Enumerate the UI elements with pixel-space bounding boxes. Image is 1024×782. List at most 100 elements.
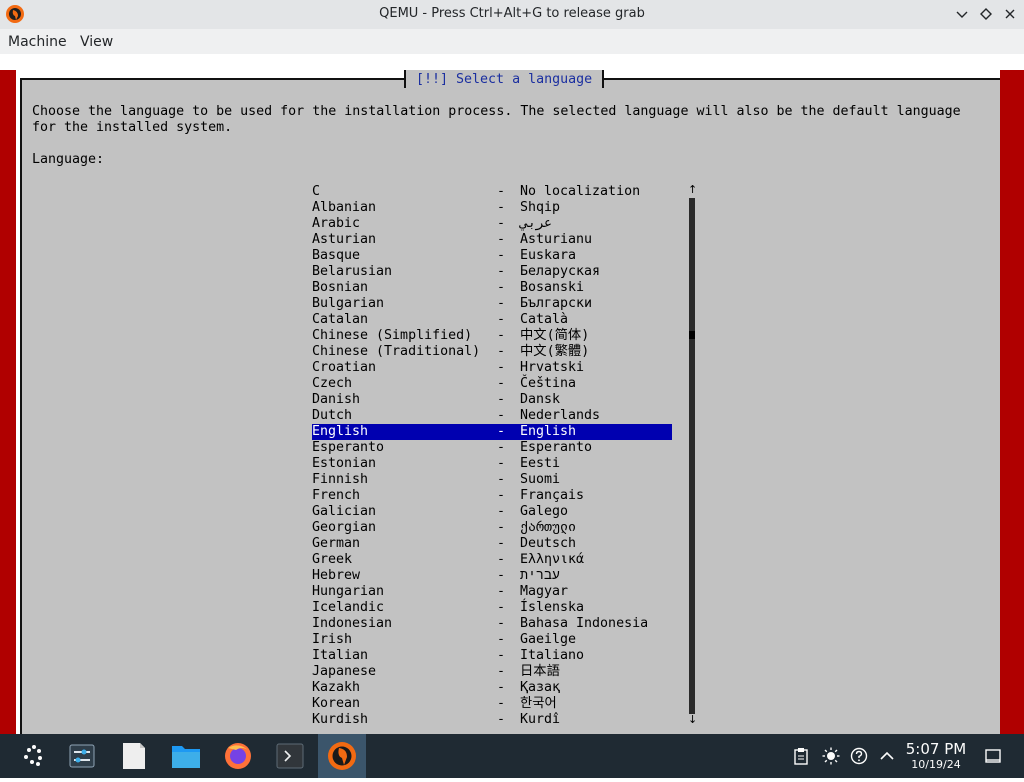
language-native-name: Suomi bbox=[520, 472, 561, 487]
language-scrollbar[interactable]: ↑ ↓ bbox=[688, 184, 697, 728]
language-option[interactable]: Icelandic - Íslenska bbox=[312, 600, 672, 616]
language-option[interactable]: Chinese (Traditional) - 中文(繁體) bbox=[312, 344, 672, 360]
language-option[interactable]: Korean - 한국어 bbox=[312, 696, 672, 712]
language-native-name: Íslenska bbox=[520, 600, 585, 615]
language-option[interactable]: Hebrew - עברית bbox=[312, 568, 672, 584]
language-option[interactable]: Estonian - Eesti bbox=[312, 456, 672, 472]
language-option[interactable]: Italian - Italiano bbox=[312, 648, 672, 664]
folder-icon[interactable] bbox=[164, 734, 208, 778]
chevron-up-icon[interactable] bbox=[878, 747, 896, 765]
application-launcher-icon[interactable] bbox=[12, 734, 56, 778]
language-option[interactable]: French - Français bbox=[312, 488, 672, 504]
language-name: Arabic bbox=[312, 216, 361, 231]
language-option[interactable]: Catalan - Català bbox=[312, 312, 672, 328]
language-option[interactable]: Galician - Galego bbox=[312, 504, 672, 520]
language-option[interactable]: Asturian - Asturianu bbox=[312, 232, 672, 248]
language-name: Kurdish bbox=[312, 712, 369, 727]
language-native-name: Asturianu bbox=[520, 232, 593, 247]
window-title: QEMU - Press Ctrl+Alt+G to release grab bbox=[379, 6, 645, 21]
language-list[interactable]: C - No localization Albanian - Shqip Arabic - عر… bbox=[312, 184, 672, 728]
help-icon[interactable] bbox=[850, 747, 868, 765]
clock-time: 5:07 PM bbox=[905, 740, 967, 758]
language-separator: - bbox=[497, 696, 506, 711]
language-name: Estonian bbox=[312, 456, 377, 471]
language-name: Czech bbox=[312, 376, 353, 391]
minimize-icon[interactable] bbox=[954, 6, 970, 22]
firefox-icon[interactable] bbox=[216, 734, 260, 778]
close-icon[interactable] bbox=[1002, 6, 1018, 22]
language-option[interactable]: Albanian - Shqip bbox=[312, 200, 672, 216]
language-separator: - bbox=[497, 248, 506, 263]
language-native-name: ქართული bbox=[520, 520, 577, 535]
language-option[interactable]: Finnish - Suomi bbox=[312, 472, 672, 488]
language-option[interactable]: Arabic - عربي bbox=[312, 216, 672, 232]
dialog-description: Choose the language to be used for the i… bbox=[32, 104, 961, 135]
language-option[interactable]: Hungarian - Magyar bbox=[312, 584, 672, 600]
document-icon[interactable] bbox=[112, 734, 156, 778]
scrollbar-thumb[interactable] bbox=[689, 331, 695, 339]
language-name: Chinese (Simplified) bbox=[312, 328, 473, 343]
language-option[interactable]: Kurdish - Kurdî bbox=[312, 712, 672, 728]
language-option[interactable]: Danish - Dansk bbox=[312, 392, 672, 408]
menu-machine[interactable]: Machine bbox=[8, 34, 67, 50]
language-name: Irish bbox=[312, 632, 353, 647]
language-native-name: Čeština bbox=[520, 376, 577, 391]
language-name: Galician bbox=[312, 504, 377, 519]
language-separator: - bbox=[497, 632, 506, 647]
language-option[interactable]: German - Deutsch bbox=[312, 536, 672, 552]
language-separator: - bbox=[497, 536, 506, 551]
language-option[interactable]: Chinese (Simplified) - 中文(简体) bbox=[312, 328, 672, 344]
language-separator: - bbox=[497, 680, 506, 695]
language-name: Dutch bbox=[312, 408, 353, 423]
language-option[interactable]: English - English bbox=[312, 424, 672, 440]
maximize-icon[interactable] bbox=[978, 6, 994, 22]
window-titlebar: QEMU - Press Ctrl+Alt+G to release grab bbox=[0, 0, 1024, 30]
language-name: English bbox=[312, 424, 369, 439]
language-name: Bulgarian bbox=[312, 296, 385, 311]
language-separator: - bbox=[497, 504, 506, 519]
language-option[interactable]: Bosnian - Bosanski bbox=[312, 280, 672, 296]
clock[interactable]: 5:07 PM 10/19/24 bbox=[900, 740, 972, 772]
scroll-up-arrow-icon[interactable]: ↑ bbox=[688, 184, 697, 196]
language-native-name: 日本語 bbox=[520, 664, 560, 679]
clipboard-icon[interactable] bbox=[792, 747, 810, 765]
language-name: Georgian bbox=[312, 520, 377, 535]
language-option[interactable]: Georgian - ქართული bbox=[312, 520, 672, 536]
language-option[interactable]: Indonesian - Bahasa Indonesia bbox=[312, 616, 672, 632]
system-settings-icon[interactable] bbox=[60, 734, 104, 778]
show-desktop-icon[interactable] bbox=[984, 747, 1002, 765]
language-option[interactable]: Dutch - Nederlands bbox=[312, 408, 672, 424]
language-native-name: Bosanski bbox=[520, 280, 585, 295]
terminal-icon[interactable] bbox=[268, 734, 312, 778]
language-separator: - bbox=[497, 568, 506, 583]
brightness-icon[interactable] bbox=[822, 747, 840, 765]
language-name: Hungarian bbox=[312, 584, 385, 599]
qemu-taskbar-button[interactable] bbox=[318, 734, 366, 778]
taskbar bbox=[0, 734, 1024, 778]
language-option[interactable]: Irish - Gaeilge bbox=[312, 632, 672, 648]
language-option[interactable]: Bulgarian - Български bbox=[312, 296, 672, 312]
language-name: Chinese (Traditional) bbox=[312, 344, 481, 359]
language-name: C bbox=[312, 184, 321, 199]
language-option[interactable]: Kazakh - Қазақ bbox=[312, 680, 672, 696]
language-option[interactable]: Czech - Čeština bbox=[312, 376, 672, 392]
language-option[interactable]: C - No localization bbox=[312, 184, 672, 200]
language-option[interactable]: Belarusian - Беларуская bbox=[312, 264, 672, 280]
language-native-name: Shqip bbox=[520, 200, 561, 215]
language-name: German bbox=[312, 536, 361, 551]
language-option[interactable]: Basque - Euskara bbox=[312, 248, 672, 264]
language-name: Icelandic bbox=[312, 600, 385, 615]
menu-view[interactable]: View bbox=[80, 34, 113, 50]
language-option[interactable]: Croatian - Hrvatski bbox=[312, 360, 672, 376]
language-option[interactable]: Esperanto - Esperanto bbox=[312, 440, 672, 456]
menubar: Machine View bbox=[0, 29, 1024, 54]
language-label: Language: bbox=[32, 152, 105, 167]
language-option[interactable]: Greek - Ελληνικά bbox=[312, 552, 672, 568]
language-name: Italian bbox=[312, 648, 369, 663]
language-separator: - bbox=[497, 456, 506, 471]
language-separator: - bbox=[497, 424, 506, 439]
scrollbar-track[interactable] bbox=[689, 198, 695, 714]
language-name: Asturian bbox=[312, 232, 377, 247]
language-option[interactable]: Japanese - 日本語 bbox=[312, 664, 672, 680]
scroll-down-arrow-icon[interactable]: ↓ bbox=[688, 714, 697, 726]
